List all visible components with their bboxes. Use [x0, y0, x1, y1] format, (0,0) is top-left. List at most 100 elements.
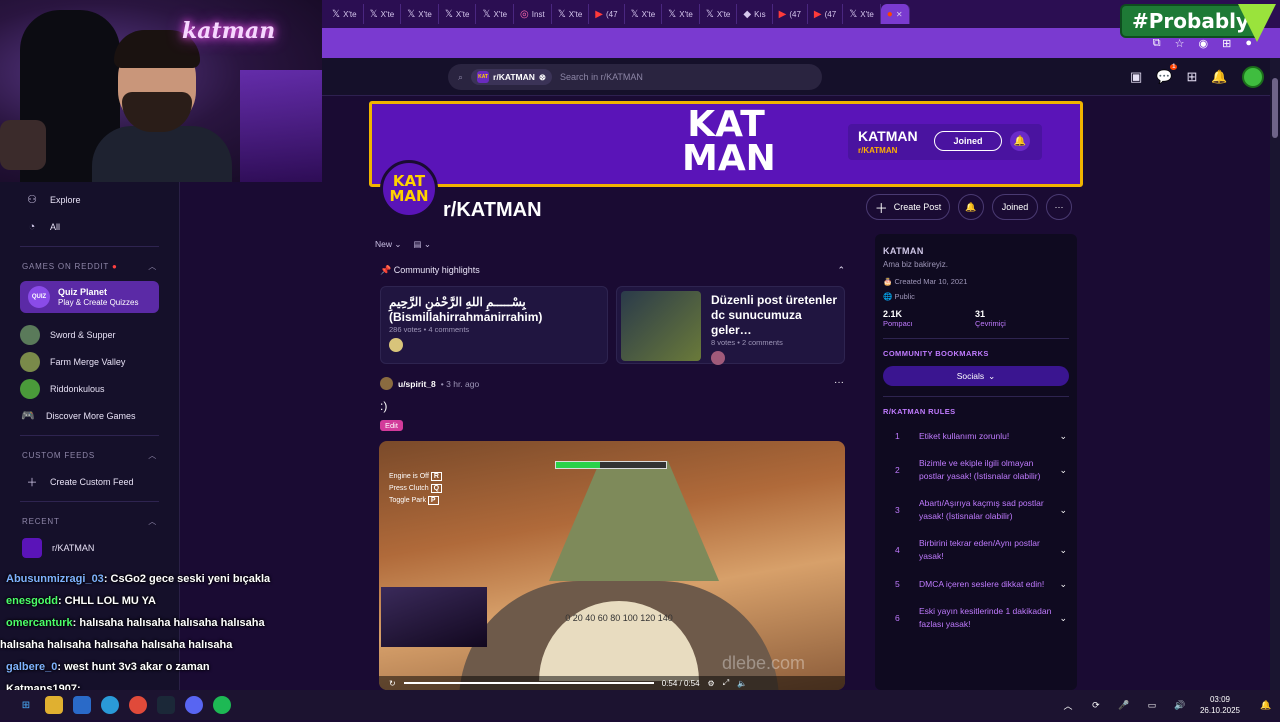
notification-bell-icon[interactable]: 🔔	[958, 194, 984, 220]
video-progress[interactable]	[403, 682, 654, 684]
active-tab-reddit[interactable]: ● ✕	[880, 4, 910, 24]
banner-joined-button[interactable]: Joined	[934, 131, 1002, 151]
sidebar-item-explore[interactable]: ⚇ Explore	[0, 186, 179, 213]
sidebar-item-label: Explore	[50, 194, 81, 205]
create-icon[interactable]: ⊞	[1186, 69, 1197, 85]
scrollbar[interactable]	[1270, 58, 1280, 690]
recent-katman[interactable]: r/KATMAN	[0, 534, 179, 561]
windows-start-icon[interactable]: ⊞	[17, 696, 35, 714]
puzzle-icon[interactable]: ⊞	[1222, 37, 1231, 50]
author-avatar[interactable]	[380, 377, 393, 390]
clear-chip-icon[interactable]: ⊗	[539, 72, 546, 83]
quiz-icon: QUIZ	[28, 286, 50, 308]
post-author[interactable]: u/spirit_8	[398, 379, 436, 389]
close-tab-icon[interactable]: ✕	[896, 10, 903, 19]
chat-icon[interactable]: 💬 1	[1156, 64, 1178, 85]
file-explorer-icon[interactable]	[45, 696, 63, 714]
browser-tab[interactable]: 𝕏 X'te	[843, 4, 881, 24]
browser-tab[interactable]: 𝕏 X'te	[439, 4, 477, 24]
game-icon	[20, 324, 40, 345]
settings-icon[interactable]: ⚙	[708, 679, 715, 688]
sidebar-game-riddon[interactable]: Riddonkulous	[0, 375, 179, 402]
scrollbar-thumb[interactable]	[1272, 78, 1278, 138]
tab-label: X'te	[380, 9, 395, 19]
browser-tab[interactable]: ▶ (47	[589, 4, 625, 24]
volume-icon[interactable]: 🔊	[1171, 696, 1189, 714]
view-toggle[interactable]: ▤ ⌄	[414, 239, 432, 250]
rule-item[interactable]: 5 DMCA içeren seslere dikkat edin! ⌄	[875, 570, 1077, 598]
sidebar-game-farm[interactable]: Farm Merge Valley	[0, 348, 179, 375]
user-avatar[interactable]	[1241, 66, 1264, 88]
games-heading[interactable]: GAMES ON REDDIT ● ︿	[0, 253, 179, 279]
joined-button[interactable]: Joined	[992, 194, 1038, 220]
discord-icon[interactable]	[185, 696, 203, 714]
rule-item[interactable]: 1 Etiket kullanımı zorunlu! ⌄	[875, 422, 1077, 450]
quiz-planet-item[interactable]: QUIZ Quiz Planet Play & Create Quizzes	[20, 281, 159, 313]
extension-icon[interactable]: ◉	[1199, 37, 1209, 50]
fullscreen-icon[interactable]: ⤢	[723, 678, 729, 688]
replay-icon[interactable]: ↻	[389, 679, 396, 688]
clock[interactable]: 03:09 26.10.2025	[1200, 694, 1240, 716]
custom-feeds-heading[interactable]: CUSTOM FEEDS ︿	[0, 442, 179, 468]
browser-tab[interactable]: 𝕏 X'te	[662, 4, 700, 24]
sidebar-discover-games[interactable]: 🎮 Discover More Games	[0, 402, 179, 429]
browser-tab[interactable]: ▶ (47	[773, 4, 808, 24]
post-flair[interactable]: Edit	[380, 420, 403, 431]
tab-label: (47	[789, 9, 801, 19]
rule-item[interactable]: 6 Eski yayın kesitlerinde 1 dakikadan faz…	[875, 598, 1077, 638]
edge-icon[interactable]	[101, 696, 119, 714]
post-title[interactable]: :)	[380, 399, 387, 413]
chrome-icon[interactable]	[129, 696, 147, 714]
browser-tab[interactable]: 𝕏 X'te	[700, 4, 738, 24]
hud-text: Toggle Park	[389, 497, 426, 504]
steam-icon[interactable]	[157, 696, 175, 714]
extensions-icon[interactable]: ⧉	[1153, 37, 1161, 50]
spotify-icon[interactable]	[213, 696, 231, 714]
highlights-label: Community highlights	[393, 265, 480, 275]
volume-icon[interactable]: 🔈	[737, 679, 747, 688]
bell-icon[interactable]: 🔔	[1010, 131, 1030, 151]
browser-tab[interactable]: 𝕏 X'te	[326, 4, 364, 24]
divider	[20, 435, 159, 436]
rule-item[interactable]: 4 Birbirini tekrar eden/Aynı postlar yasa…	[875, 530, 1077, 570]
chat-message: halısaha halısaha halısaha halısaha halı…	[0, 634, 300, 656]
bookmark-star-icon[interactable]: ☆	[1175, 37, 1185, 50]
rules-list: 1 Etiket kullanımı zorunlu! ⌄ 2 Bizimle ve e…	[875, 422, 1077, 638]
all-icon: ◔	[28, 220, 36, 233]
app-icon[interactable]	[73, 696, 91, 714]
banner-logo: KAT MAN	[682, 107, 776, 180]
highlights-header[interactable]: 📌 Community highlights ⌃	[380, 265, 845, 276]
browser-tab[interactable]: 𝕏 X'te	[625, 4, 663, 24]
network-icon[interactable]: ▭	[1143, 696, 1161, 714]
browser-tab[interactable]: ◎ Inst	[514, 4, 552, 24]
sidebar-item-all[interactable]: ◔ All	[0, 213, 179, 240]
socials-bookmark[interactable]: Socials ⌄	[883, 366, 1069, 386]
notifications-icon[interactable]: 🔔	[1257, 696, 1275, 714]
highlight-card[interactable]: بِسْـــــمِ اللهِ الرَّحْمٰنِ الرَّحِيمِ…	[380, 286, 608, 364]
browser-tab[interactable]: 𝕏 X'te	[401, 4, 439, 24]
sidebar-game-sword[interactable]: Sword & Supper	[0, 321, 179, 348]
browser-tab[interactable]: 𝕏 X'te	[476, 4, 515, 24]
rule-item[interactable]: 3 Abartı/Aşırıya kaçmış sad postlar yasak…	[875, 490, 1077, 530]
sync-icon[interactable]: ⟳	[1087, 696, 1105, 714]
notification-bell-icon[interactable]: 🔔	[1211, 69, 1227, 85]
chevron-up-icon[interactable]: ︿	[1059, 696, 1077, 714]
profile-icon[interactable]: ●	[1245, 37, 1252, 49]
create-post-button[interactable]: ＋ Create Post	[866, 194, 950, 220]
advertise-icon[interactable]: ▣	[1130, 69, 1142, 85]
browser-tab[interactable]: 𝕏 X'te	[364, 4, 402, 24]
create-custom-feed[interactable]: ＋ Create Custom Feed	[0, 468, 179, 495]
browser-tab[interactable]: ◆ Kıs	[737, 4, 773, 24]
browser-tab[interactable]: ▶ (47	[808, 4, 844, 24]
search-input[interactable]: ⌕ KAT r/KATMAN ⊗ Search in r/KATMAN	[448, 64, 822, 90]
mic-icon[interactable]: 🎤	[1115, 696, 1133, 714]
post-video[interactable]: Engine is Off R Press Clutch Q Toggle Pa…	[379, 441, 845, 690]
highlight-card[interactable]: Düzenli post üretenler dc sunucumuza gel…	[616, 286, 845, 365]
rule-item[interactable]: 2 Bizimle ve ekiple ilgili olmayan postla…	[875, 450, 1077, 490]
recent-heading[interactable]: RECENT ︿	[0, 508, 179, 534]
sort-dropdown[interactable]: New ⌄	[375, 239, 402, 250]
post-options-icon[interactable]: ···	[834, 377, 844, 388]
community-search-chip[interactable]: KAT r/KATMAN ⊗	[471, 69, 553, 85]
browser-tab[interactable]: 𝕏 X'te	[552, 4, 590, 24]
more-options-icon[interactable]: ···	[1046, 194, 1072, 220]
